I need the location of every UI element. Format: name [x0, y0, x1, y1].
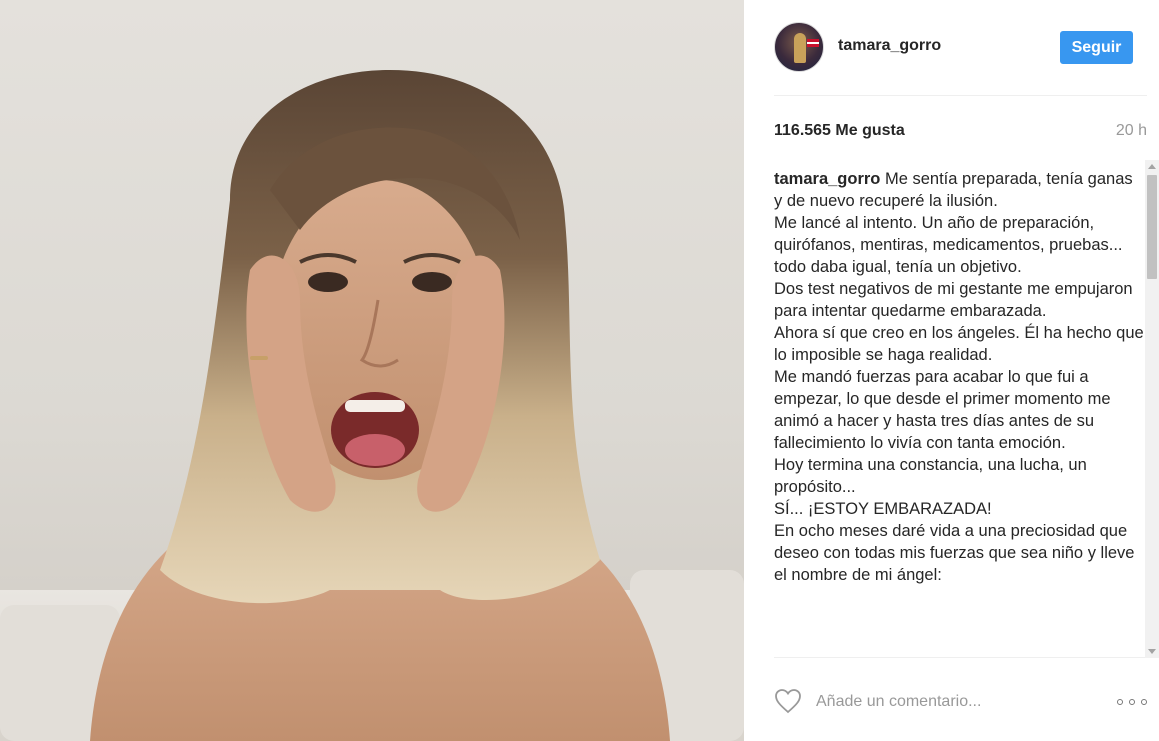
- likes-count[interactable]: 116.565 Me gusta: [774, 122, 905, 140]
- comment-row: [774, 680, 1147, 724]
- post-photo-illustration: [0, 70, 744, 741]
- caption-line: Me mandó fuerzas para acabar lo que fui …: [774, 368, 1111, 452]
- post-photo[interactable]: [0, 0, 744, 741]
- caption-line: En ocho meses daré vida a una preciosida…: [774, 522, 1135, 584]
- scroll-up-arrow-icon[interactable]: [1148, 164, 1156, 169]
- caption-line: Dos test negativos de mi gestante me emp…: [774, 280, 1133, 320]
- avatar-figure: [794, 33, 806, 63]
- scrollbar-thumb[interactable]: [1147, 175, 1157, 279]
- caption-username[interactable]: tamara_gorro: [774, 170, 885, 188]
- caption-line: SÍ... ¡ESTOY EMBARAZADA!: [774, 500, 992, 518]
- heart-outline-icon[interactable]: [774, 688, 802, 714]
- username-link[interactable]: tamara_gorro: [838, 37, 941, 55]
- avatar-flag: [807, 39, 819, 47]
- caption-scroll-area[interactable]: tamara_gorro Me sentía preparada, tenía …: [774, 168, 1147, 658]
- more-options-icon[interactable]: [1117, 692, 1147, 712]
- post-header: tamara_gorro Seguir: [774, 0, 1147, 96]
- post-side-panel: tamara_gorro Seguir 116.565 Me gusta 20 …: [744, 0, 1159, 741]
- avatar[interactable]: [774, 22, 824, 72]
- post-time[interactable]: 20 h: [1116, 122, 1147, 140]
- scroll-down-arrow-icon[interactable]: [1148, 649, 1156, 654]
- instagram-post: tamara_gorro Seguir 116.565 Me gusta 20 …: [0, 0, 1159, 741]
- caption-scrollbar[interactable]: [1145, 160, 1159, 658]
- follow-button[interactable]: Seguir: [1060, 31, 1133, 64]
- caption-line: Me lancé al intento. Un año de preparaci…: [774, 214, 1123, 276]
- likes-row: 116.565 Me gusta 20 h: [774, 122, 1147, 146]
- caption-line: Ahora sí que creo en los ángeles. Él ha …: [774, 324, 1144, 364]
- caption-line: Hoy termina una constancia, una lucha, u…: [774, 456, 1087, 496]
- comment-input[interactable]: [816, 689, 1096, 715]
- caption-text: tamara_gorro Me sentía preparada, tenía …: [774, 168, 1147, 586]
